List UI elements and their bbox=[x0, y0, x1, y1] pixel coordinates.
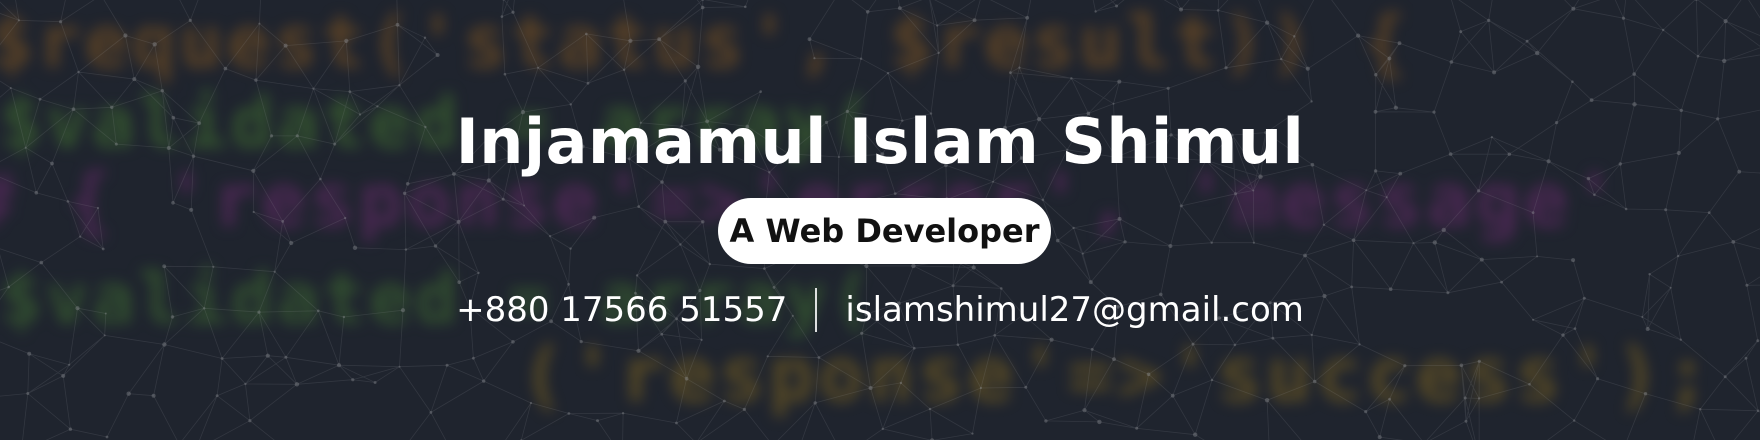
contact-info: +880 17566 51557 islamshimul27@gmail.com bbox=[0, 286, 1760, 334]
hero-banner: $request('status', $result)) { $validate… bbox=[0, 0, 1760, 440]
name-heading: Injamamul Islam Shimul bbox=[455, 105, 1305, 178]
contact-divider bbox=[815, 288, 818, 332]
phone-number[interactable]: +880 17566 51557 bbox=[456, 286, 787, 334]
email-address[interactable]: islamshimul27@gmail.com bbox=[845, 286, 1304, 334]
role-badge: A Web Developer bbox=[718, 198, 1051, 264]
hero-content: Injamamul Islam Shimul A Web Developer +… bbox=[0, 0, 1760, 440]
